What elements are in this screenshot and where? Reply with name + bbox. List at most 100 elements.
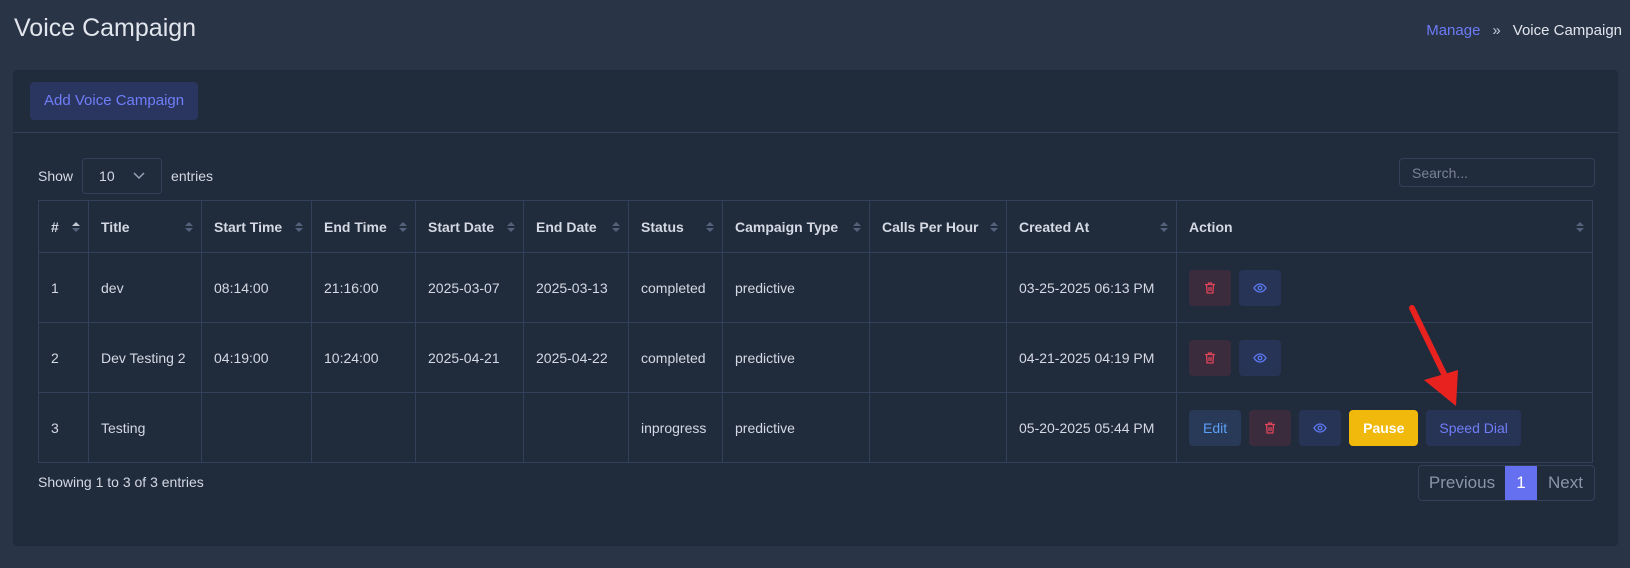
cell-end-time: 10:24:00 xyxy=(311,322,416,393)
cell-start-time xyxy=(201,392,312,463)
view-button[interactable] xyxy=(1299,409,1342,446)
column-header-campaign-type[interactable]: Campaign Type xyxy=(722,200,870,253)
cell-status: completed xyxy=(628,252,723,323)
column-header-start-date[interactable]: Start Date xyxy=(415,200,524,253)
cell-num: 1 xyxy=(38,252,89,323)
breadcrumb-current: Voice Campaign xyxy=(1512,22,1622,39)
delete-button[interactable] xyxy=(1249,409,1292,446)
column-header-created-at[interactable]: Created At xyxy=(1006,200,1177,253)
trash-icon xyxy=(1205,351,1215,364)
table-row: 3 Testing inprogress predictive 05-20-20… xyxy=(38,392,1593,463)
sort-icon xyxy=(72,221,80,232)
breadcrumb-separator: » xyxy=(1492,22,1501,39)
cell-end-date xyxy=(523,392,629,463)
column-label: Start Time xyxy=(214,218,283,235)
sort-icon xyxy=(853,221,861,232)
column-label: Created At xyxy=(1019,218,1090,235)
red-arrow-annotation-icon xyxy=(1409,305,1458,406)
column-header-action[interactable]: Action xyxy=(1176,200,1593,253)
speed-dial-button[interactable]: Speed Dial xyxy=(1426,409,1521,446)
sort-icon xyxy=(706,221,714,232)
sort-icon xyxy=(295,221,303,232)
column-label: Status xyxy=(641,218,684,235)
view-button[interactable] xyxy=(1239,339,1281,376)
pause-button[interactable]: Pause xyxy=(1349,409,1419,446)
cell-start-date: 2025-03-07 xyxy=(415,252,524,323)
search-input[interactable] xyxy=(1399,158,1595,187)
campaign-table: # Title Start Time End Time Start Date E… xyxy=(38,200,1593,463)
breadcrumb-manage-link[interactable]: Manage xyxy=(1426,22,1480,39)
pagination-next[interactable]: Next xyxy=(1537,466,1594,500)
entries-label: entries xyxy=(171,168,214,184)
pagination-previous[interactable]: Previous xyxy=(1419,466,1505,500)
table-row: 1 dev 08:14:00 21:16:00 2025-03-07 2025-… xyxy=(38,252,1593,323)
cell-campaign-type: predictive xyxy=(722,392,870,463)
cell-title: dev xyxy=(88,252,202,323)
cell-campaign-type: predictive xyxy=(722,322,870,393)
column-label: End Time xyxy=(324,218,387,235)
sort-icon xyxy=(399,221,407,232)
page-size-value: 10 xyxy=(99,168,115,184)
column-header-end-time[interactable]: End Time xyxy=(311,200,416,253)
table-header-row: # Title Start Time End Time Start Date E… xyxy=(38,200,1593,253)
cell-end-date: 2025-03-13 xyxy=(523,252,629,323)
cell-action xyxy=(1176,322,1593,393)
delete-button[interactable] xyxy=(1189,339,1231,376)
column-header-status[interactable]: Status xyxy=(628,200,723,253)
column-label: Action xyxy=(1189,218,1233,235)
cell-end-time xyxy=(311,392,416,463)
chevron-down-icon xyxy=(133,172,145,180)
column-header-end-date[interactable]: End Date xyxy=(523,200,629,253)
campaign-card: Add Voice Campaign Show 10 entries # Tit… xyxy=(13,70,1618,546)
edit-button[interactable]: Edit xyxy=(1189,409,1242,446)
pagination: Previous 1 Next xyxy=(1418,465,1595,501)
cell-title: Testing xyxy=(88,392,202,463)
cell-calls-per-hour xyxy=(869,322,1007,393)
sort-icon xyxy=(612,221,620,232)
view-button[interactable] xyxy=(1239,269,1281,306)
cell-created-at: 03-25-2025 06:13 PM xyxy=(1006,252,1177,323)
cell-start-time: 08:14:00 xyxy=(201,252,312,323)
cell-calls-per-hour xyxy=(869,392,1007,463)
cell-end-date: 2025-04-22 xyxy=(523,322,629,393)
page-size-control: Show 10 entries xyxy=(38,158,213,194)
column-label: Calls Per Hour xyxy=(882,218,979,235)
delete-button[interactable] xyxy=(1189,269,1231,306)
cell-created-at: 04-21-2025 04:19 PM xyxy=(1006,322,1177,393)
column-header-start-time[interactable]: Start Time xyxy=(201,200,312,253)
sort-icon xyxy=(185,221,193,232)
eye-icon xyxy=(1253,352,1267,363)
cell-num: 3 xyxy=(38,392,89,463)
cell-created-at: 05-20-2025 05:44 PM xyxy=(1006,392,1177,463)
eye-icon xyxy=(1313,422,1327,433)
show-label: Show xyxy=(38,168,74,184)
table-info: Showing 1 to 3 of 3 entries xyxy=(38,474,204,490)
cell-end-time: 21:16:00 xyxy=(311,252,416,323)
cell-status: inprogress xyxy=(628,392,723,463)
page-title: Voice Campaign xyxy=(14,14,197,42)
page-size-select[interactable]: 10 xyxy=(82,158,163,194)
cell-start-date: 2025-04-21 xyxy=(415,322,524,393)
cell-campaign-type: predictive xyxy=(722,252,870,323)
column-header-title[interactable]: Title xyxy=(88,200,202,253)
pagination-page-1[interactable]: 1 xyxy=(1505,466,1537,500)
cell-num: 2 xyxy=(38,322,89,393)
column-header-calls-per-hour[interactable]: Calls Per Hour xyxy=(869,200,1007,253)
column-label: # xyxy=(51,218,59,235)
column-label: Campaign Type xyxy=(735,218,839,235)
table-row: 2 Dev Testing 2 04:19:00 10:24:00 2025-0… xyxy=(38,322,1593,393)
sort-icon xyxy=(1160,221,1168,232)
column-label: Start Date xyxy=(428,218,495,235)
cell-start-date xyxy=(415,392,524,463)
cell-start-time: 04:19:00 xyxy=(201,322,312,393)
trash-icon xyxy=(1205,281,1215,294)
cell-action xyxy=(1176,252,1593,323)
column-header-num[interactable]: # xyxy=(38,200,89,253)
trash-icon xyxy=(1265,421,1276,434)
column-label: Title xyxy=(101,218,130,235)
sort-icon xyxy=(507,221,515,232)
cell-action: Edit Pause Speed Dial xyxy=(1176,392,1593,463)
sort-icon xyxy=(1576,221,1584,232)
add-voice-campaign-button[interactable]: Add Voice Campaign xyxy=(30,82,199,120)
sort-icon xyxy=(990,221,998,232)
